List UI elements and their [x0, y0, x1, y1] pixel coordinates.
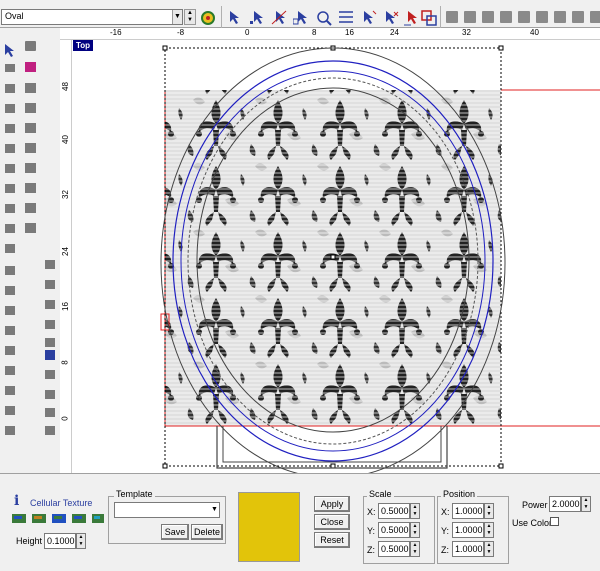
ruler-left: 48 40 32 24 16 8 0 [60, 40, 72, 473]
chevron-down-icon[interactable]: ▼ [172, 10, 182, 24]
info-icon[interactable]: i [14, 494, 24, 508]
position-x-stepper[interactable]: ▲ ▼ [484, 503, 494, 519]
ruler-tick: 48 [60, 82, 70, 91]
texture-view-icon[interactable] [536, 11, 548, 23]
ruler-tick: 24 [390, 28, 399, 37]
tool-palette [0, 28, 60, 473]
solid-icon[interactable] [518, 11, 530, 23]
scale-x-field[interactable]: 0.5000 [378, 503, 410, 519]
select-ring-icon[interactable] [337, 9, 355, 26]
ruler-tick: 32 [462, 28, 471, 37]
light-icon[interactable] [554, 11, 566, 23]
deselect-icon[interactable] [420, 9, 438, 26]
position-x-field[interactable]: 1.0000 [452, 503, 484, 519]
use-color-checkbox[interactable] [550, 517, 559, 526]
toolbar-separator [440, 6, 441, 28]
power-field[interactable]: 2.0000 [549, 496, 581, 512]
delete-button[interactable]: Delete [191, 524, 223, 540]
options-icon[interactable] [590, 11, 600, 23]
scale-x-label: X: [367, 507, 376, 517]
scene-canvas[interactable] [61, 28, 600, 473]
scale-x-stepper[interactable]: ▲ ▼ [410, 503, 420, 519]
select-grow-icon[interactable] [359, 9, 377, 26]
object-select[interactable]: Oval [1, 9, 183, 25]
main-toolbar: Oval ▼ ▲ ▼ [0, 0, 600, 28]
save-button[interactable]: Save [161, 524, 189, 540]
reset-button[interactable]: Reset [314, 532, 350, 548]
scale-label: Scale [367, 489, 394, 499]
position-label: Position [441, 489, 478, 499]
texture-preset-icons[interactable] [10, 512, 106, 526]
position-z-label: Z: [441, 545, 449, 555]
ruler-tick: 16 [345, 28, 354, 37]
chevron-down-icon[interactable]: ▼ [210, 503, 219, 517]
view-label[interactable]: Top [73, 40, 93, 51]
ruler-tick: 8 [60, 360, 70, 365]
shade-icon[interactable] [446, 11, 458, 23]
bounds-handle[interactable] [162, 45, 168, 51]
camera-icon[interactable] [572, 11, 584, 23]
scale-z-field[interactable]: 0.5000 [378, 541, 410, 557]
ruler-tick: 0 [60, 416, 70, 421]
height-label: Height [16, 536, 43, 546]
stepper-icon[interactable]: ▲ ▼ [184, 9, 196, 25]
close-button[interactable]: Close [314, 514, 350, 530]
position-z-stepper[interactable]: ▲ ▼ [484, 541, 494, 557]
materials-icon[interactable] [199, 9, 217, 26]
viewport-top[interactable] [60, 28, 600, 473]
render-icon[interactable] [482, 11, 494, 23]
apply-button[interactable]: Apply [314, 496, 350, 512]
ruler-tick: -8 [177, 28, 185, 37]
ruler-tick: 40 [60, 135, 70, 144]
ruler-tick: 32 [60, 190, 70, 199]
ruler-top: -16 -8 0 8 16 24 32 40 [60, 28, 600, 40]
scale-z-stepper[interactable]: ▲ ▼ [410, 541, 420, 557]
texture-title: Cellular Texture [30, 498, 93, 508]
bounds-handle[interactable] [162, 463, 168, 469]
scale-y-stepper[interactable]: ▲ ▼ [410, 522, 420, 538]
object-select-value: Oval [5, 11, 24, 21]
select-edges-icon[interactable] [271, 9, 289, 26]
position-z-field[interactable]: 1.0000 [452, 541, 484, 557]
select-points-icon[interactable] [249, 9, 267, 26]
tool-icons[interactable] [0, 28, 60, 473]
texture-swatch[interactable] [238, 492, 300, 562]
position-x-label: X: [441, 507, 450, 517]
ruler-tick: -16 [110, 28, 122, 37]
select-arrow-icon[interactable] [227, 9, 245, 26]
use-color-label: Use Color [512, 518, 553, 528]
bounds-handle[interactable] [498, 45, 504, 51]
cube-icon[interactable] [464, 11, 476, 23]
ruler-tick: 24 [60, 247, 70, 256]
wireframe-icon[interactable] [500, 11, 512, 23]
power-label: Power [522, 500, 548, 510]
center-handle[interactable] [330, 254, 336, 260]
template-label: Template [114, 489, 155, 499]
scale-z-label: Z: [367, 545, 375, 555]
ruler-tick: 16 [60, 302, 70, 311]
ruler-tick: 8 [312, 28, 317, 37]
height-field[interactable]: 0.1000 [44, 533, 76, 549]
select-shrink-icon[interactable] [381, 9, 399, 26]
select-invert-icon[interactable] [403, 9, 421, 26]
select-faces-icon[interactable] [293, 9, 311, 26]
power-stepper[interactable]: ▲ ▼ [581, 496, 591, 512]
scale-y-label: Y: [367, 526, 376, 536]
bounds-handle[interactable] [498, 463, 504, 469]
position-y-field[interactable]: 1.0000 [452, 522, 484, 538]
select-loop-icon[interactable] [315, 9, 333, 26]
ruler-tick: 40 [530, 28, 539, 37]
toolbar-separator [221, 6, 222, 28]
ruler-tick: 0 [245, 28, 250, 37]
position-y-stepper[interactable]: ▲ ▼ [484, 522, 494, 538]
height-stepper[interactable]: ▲ ▼ [76, 533, 86, 549]
scale-y-field[interactable]: 0.5000 [378, 522, 410, 538]
template-select[interactable] [114, 502, 220, 518]
position-y-label: Y: [441, 526, 450, 536]
